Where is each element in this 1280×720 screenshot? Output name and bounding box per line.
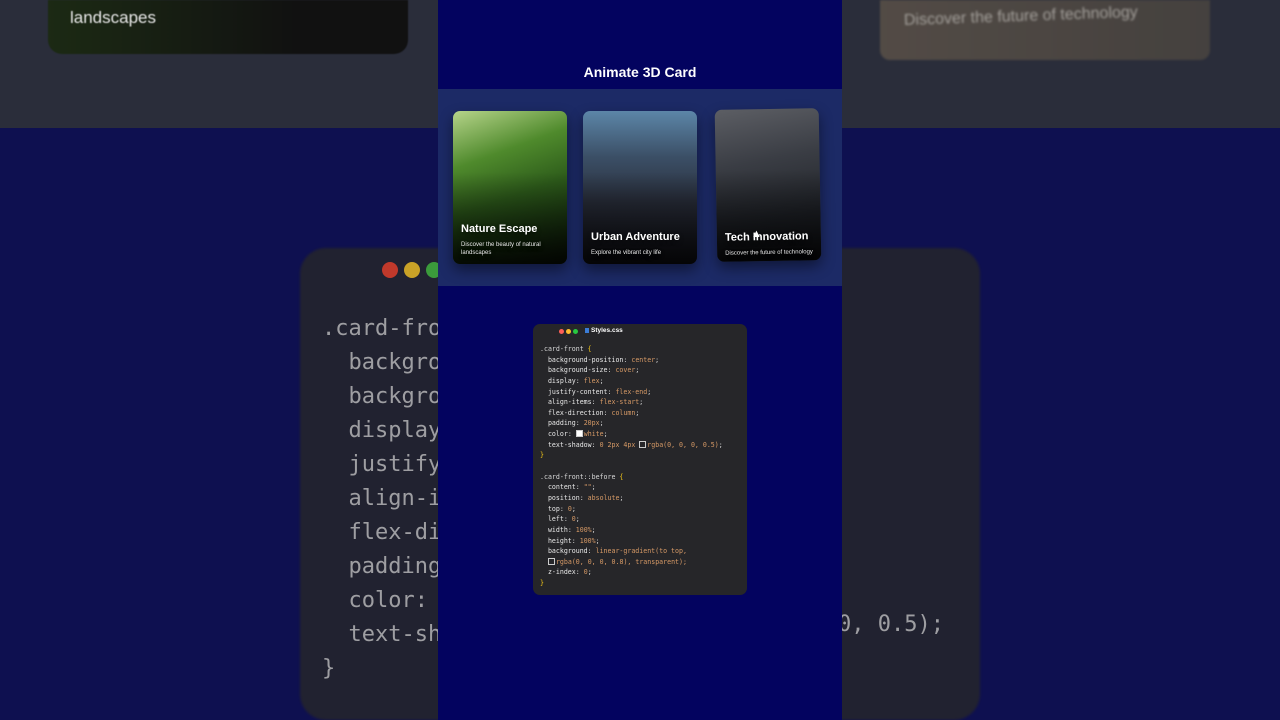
demo-title: Animate 3D Card bbox=[583, 64, 697, 80]
background-card-nature-text: landscapes bbox=[70, 8, 157, 27]
background-red-dot bbox=[382, 262, 398, 278]
code-line: .card-front::before { bbox=[540, 472, 624, 481]
code-line: } bbox=[540, 579, 544, 588]
css-file-icon bbox=[585, 328, 589, 333]
code-line: padding: 20px; bbox=[547, 419, 604, 428]
video-frame: Animate 3D Card Nature Escape Discover t… bbox=[438, 0, 842, 720]
card-description: Discover the beauty of natural landscape… bbox=[461, 242, 541, 256]
background-card-nature: landscapes bbox=[48, 0, 408, 54]
code-line: background: linear-gradient(to top, bbox=[547, 547, 687, 556]
code-line: height: 100%; bbox=[547, 536, 600, 545]
code-block: .card-front { background-position: cente… bbox=[540, 344, 743, 589]
close-dot-icon[interactable] bbox=[559, 329, 564, 334]
code-line: text-shadow: 0 2px 4px rgba(0, 0, 0, 0.5… bbox=[547, 440, 723, 449]
card-description: Explore the vibrant city life bbox=[591, 250, 662, 256]
code-line: justify-content: flex-end; bbox=[547, 387, 652, 396]
card-urban-adventure[interactable]: Urban Adventure Explore the vibrant city… bbox=[583, 111, 697, 264]
code-line: top: 0; bbox=[547, 504, 576, 513]
code-line: z-index: 0; bbox=[547, 568, 592, 577]
card-description: Discover the future of technology bbox=[725, 249, 813, 257]
code-line: color: white; bbox=[547, 430, 608, 439]
code-line: background-size: cover; bbox=[547, 366, 640, 375]
card-nature-escape[interactable]: Nature Escape Discover the beauty of nat… bbox=[453, 111, 567, 264]
code-line: rgba(0, 0, 0, 0.8), transparent); bbox=[540, 557, 743, 568]
background-code: .card-fro backgro backgro display justif… bbox=[322, 316, 442, 681]
card-title: Nature Escape bbox=[461, 223, 538, 235]
code-editor: Styles.css .card-front { background-posi… bbox=[533, 324, 747, 595]
code-line: } bbox=[540, 451, 544, 460]
code-line: background-position: center; bbox=[547, 355, 660, 364]
editor-filename: Styles.css bbox=[585, 327, 623, 334]
background-card-tech: Discover the future of technology bbox=[880, 0, 1210, 60]
code-line: align-items: flex-start; bbox=[547, 398, 644, 407]
code-line: flex-direction: column; bbox=[547, 408, 640, 417]
code-line: left: 0; bbox=[547, 515, 580, 524]
card-title: Urban Adventure bbox=[591, 231, 680, 243]
code-line: position: absolute; bbox=[547, 493, 624, 502]
background-card-tech-text: Discover the future of technology bbox=[903, 3, 1139, 29]
card-stage: Nature Escape Discover the beauty of nat… bbox=[438, 89, 842, 286]
minimize-dot-icon[interactable] bbox=[566, 329, 571, 334]
code-line: .card-front { bbox=[540, 345, 592, 353]
code-line: width: 100%; bbox=[547, 525, 596, 534]
card-title: Tech Innovation bbox=[724, 230, 809, 244]
background-window-dots bbox=[382, 262, 442, 278]
mouse-cursor-icon: ▲ bbox=[751, 228, 762, 240]
background-yellow-dot bbox=[404, 262, 420, 278]
background-code-tail: 0, 0.5); bbox=[838, 612, 944, 637]
code-line: display: flex; bbox=[547, 376, 604, 385]
code-line: content: ""; bbox=[547, 483, 596, 492]
maximize-dot-icon[interactable] bbox=[573, 329, 578, 334]
card-tech-innovation[interactable]: Tech Innovation Discover the future of t… bbox=[714, 108, 822, 262]
filename-label: Styles.css bbox=[591, 327, 623, 334]
window-controls bbox=[559, 329, 578, 334]
